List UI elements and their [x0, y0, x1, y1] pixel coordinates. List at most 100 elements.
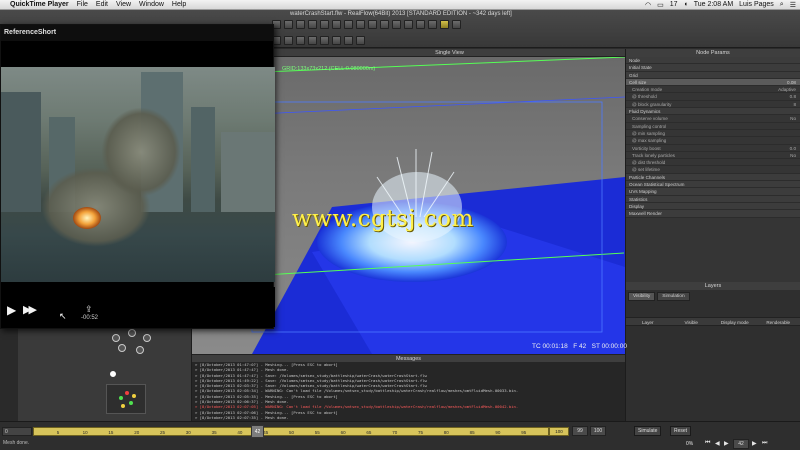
app-menu[interactable]: QuickTime Player — [10, 1, 69, 8]
current-frame-marker[interactable]: 42 — [251, 425, 264, 438]
toolbar-button[interactable] — [308, 36, 317, 45]
forward-end-icon[interactable]: ⏭ — [762, 440, 767, 447]
column-layer[interactable]: Layer — [626, 318, 670, 325]
toolbar-button[interactable] — [284, 36, 293, 45]
play-icon[interactable]: ▶ — [7, 303, 16, 317]
tab-visibility[interactable]: Visibility — [628, 292, 656, 301]
param-row[interactable]: Cell size 0.08 — [626, 78, 800, 87]
simulate-dropdown[interactable]: Simulate — [634, 426, 662, 436]
graph-node[interactable] — [128, 329, 136, 337]
graph-node[interactable] — [143, 334, 151, 342]
toolbar-button[interactable] — [296, 20, 305, 29]
param-value[interactable]: No — [790, 115, 796, 122]
step-forward-icon[interactable]: ▶ — [752, 440, 757, 447]
clock[interactable]: Tue 2:08 AM — [694, 1, 733, 8]
toolbar-button[interactable] — [392, 20, 401, 29]
param-row[interactable]: Statistics — [626, 195, 800, 203]
toolbar-button[interactable] — [344, 20, 353, 29]
toolbar-button[interactable] — [332, 36, 341, 45]
quicktime-window[interactable]: ReferenceShort ▶ ▶▶ ↖ ⇪ -00:52 — [0, 24, 275, 329]
param-row[interactable]: @ threshold 0.8 — [626, 93, 800, 101]
timeline-start[interactable]: 0 — [2, 427, 32, 436]
list-icon[interactable]: ☰ — [790, 1, 796, 9]
search-icon[interactable]: ⌕ — [780, 1, 784, 9]
node-group[interactable] — [106, 384, 146, 414]
param-row[interactable]: Initial State — [626, 64, 800, 72]
param-value[interactable]: Adaptive — [778, 86, 796, 93]
user-name[interactable]: Luis Pages — [739, 1, 774, 8]
movie-frame[interactable] — [1, 67, 275, 282]
param-value[interactable]: 0.8 — [790, 93, 796, 100]
graph-node[interactable] — [136, 346, 144, 354]
share-icon[interactable]: ⇪ — [85, 304, 93, 315]
param-row[interactable]: Particle Channels — [626, 173, 800, 182]
toolbar-button[interactable] — [356, 36, 365, 45]
toolbar-button[interactable] — [320, 20, 329, 29]
battery-icon[interactable]: ▭ — [657, 1, 664, 9]
toolbar-button[interactable] — [380, 20, 389, 29]
menu-file[interactable]: File — [77, 1, 88, 8]
menu-help[interactable]: Help — [172, 1, 186, 8]
menu-window[interactable]: Window — [139, 1, 164, 8]
toolbar-button[interactable] — [296, 36, 305, 45]
toolbar-button[interactable] — [452, 20, 461, 29]
graph-node-selected[interactable] — [110, 371, 116, 377]
tab-simulation[interactable]: Simulation — [657, 292, 690, 301]
param-row[interactable]: @ set lifetime — [626, 166, 800, 174]
param-row[interactable]: UVs Mapping — [626, 188, 800, 196]
toolbar-button[interactable] — [416, 20, 425, 29]
end-frame-field[interactable]: 99 — [572, 426, 588, 436]
param-row[interactable]: @ dist threshold — [626, 159, 800, 167]
param-value[interactable]: 0.0 — [790, 145, 796, 152]
toolbar-button-active[interactable] — [440, 20, 449, 29]
play-button-icon[interactable]: ▶ — [724, 440, 729, 447]
param-row[interactable]: Vorticity boost 0.0 — [626, 145, 800, 152]
param-row[interactable]: @ min sampling — [626, 130, 800, 138]
column-visible[interactable]: Visible — [670, 318, 714, 325]
reset-dropdown[interactable]: Reset — [670, 426, 692, 436]
param-row[interactable]: Node — [626, 57, 800, 65]
toolbar-button[interactable] — [428, 20, 437, 29]
toolbar-button[interactable] — [284, 20, 293, 29]
toolbar-button[interactable] — [320, 36, 329, 45]
param-value[interactable]: 0.08 — [787, 79, 796, 86]
param-row[interactable]: Ocean Statistical Spectrum — [626, 181, 800, 189]
toolbar-row-2 — [272, 36, 365, 45]
fast-forward-icon[interactable]: ▶▶ — [23, 303, 37, 316]
graph-node[interactable] — [112, 334, 120, 342]
param-row[interactable]: Conserve volume No — [626, 115, 800, 123]
timeline-end[interactable]: 100 — [549, 427, 569, 436]
toolbar-button[interactable] — [368, 20, 377, 29]
messages-log[interactable]: > [8/October/2013 01:47:0?] - Meshing...… — [192, 362, 625, 421]
toolbar-button[interactable] — [404, 20, 413, 29]
param-value[interactable]: 8 — [793, 101, 796, 108]
timeline-tick: 20 — [134, 430, 140, 435]
end-frame-field-2[interactable]: 100 — [590, 426, 606, 436]
param-row[interactable]: Fluid Dynamics — [626, 108, 800, 116]
param-value[interactable]: No — [790, 152, 796, 159]
toolbar-button[interactable] — [332, 20, 341, 29]
rewind-icon[interactable]: ⏮ — [705, 440, 710, 447]
timeline-bar[interactable]: 5 10 15 20 25 30 35 40 45 50 55 60 65 70 75 80 85 90 95 — [33, 427, 549, 436]
param-row[interactable]: @ block granularity 8 — [626, 101, 800, 109]
menu-view[interactable]: View — [116, 1, 131, 8]
param-row[interactable]: Creation mode Adaptive — [626, 86, 800, 94]
step-back-icon[interactable]: ◀ — [715, 440, 720, 447]
param-row[interactable]: Track lonely particles No — [626, 152, 800, 160]
param-row[interactable]: Maxwell Render — [626, 210, 800, 218]
toolbar-button[interactable] — [356, 20, 365, 29]
column-renderable[interactable]: Renderable — [757, 318, 800, 325]
wifi-icon[interactable]: ◠ — [645, 1, 651, 9]
param-row[interactable]: @ max sampling — [626, 137, 800, 145]
toolbar-button[interactable] — [344, 36, 353, 45]
param-row[interactable]: Sampling control — [626, 123, 800, 130]
param-row[interactable]: Display — [626, 202, 800, 211]
graph-node[interactable] — [118, 344, 126, 352]
toolbar-button[interactable] — [308, 20, 317, 29]
frame-field[interactable]: 42 — [733, 439, 749, 449]
node-graph-panel[interactable] — [0, 329, 192, 421]
volume-icon[interactable]: ◖ — [683, 1, 687, 8]
menu-edit[interactable]: Edit — [96, 1, 108, 8]
column-display-mode[interactable]: Display mode — [713, 318, 757, 325]
param-row[interactable]: Grid — [626, 71, 800, 79]
